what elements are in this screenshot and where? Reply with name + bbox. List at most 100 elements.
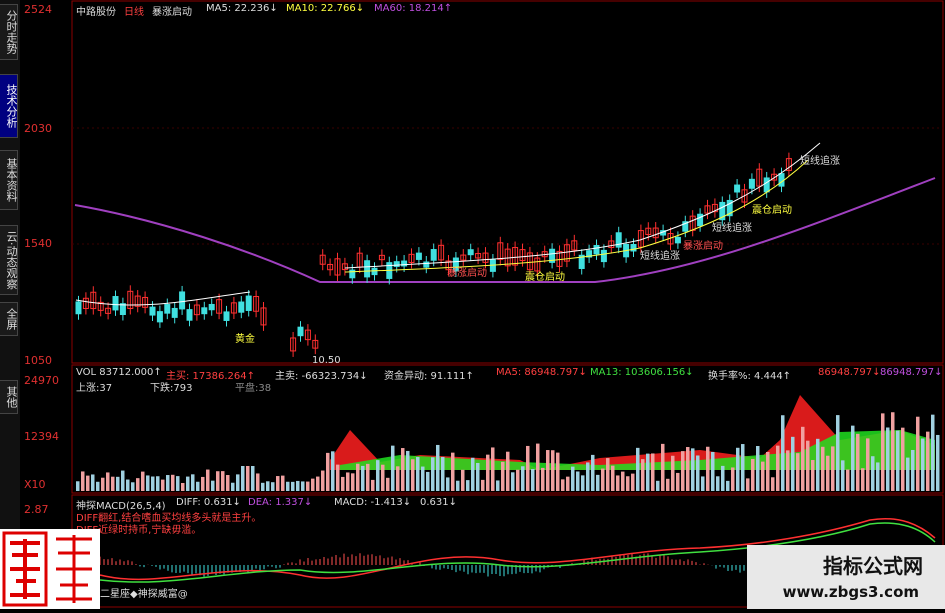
candle-body	[467, 249, 474, 256]
vol-bar	[506, 451, 510, 491]
vol-bar	[411, 459, 415, 491]
vol-bar	[646, 453, 650, 491]
vol-bar	[186, 476, 190, 491]
vol-bar	[636, 447, 640, 491]
vol-bar	[881, 413, 885, 491]
vol-extra-1: 86948.797↓	[818, 367, 881, 378]
watermark: 指标公式网 www.zbgs3.com	[747, 545, 945, 609]
vol-bar	[596, 474, 600, 491]
vol-bar	[216, 471, 220, 491]
vol-bar	[891, 412, 895, 491]
vol-bar	[211, 480, 215, 491]
vol-bar	[276, 476, 280, 491]
vol-bar	[791, 436, 795, 491]
vol-extra-2: 86948.797↓	[880, 367, 943, 378]
vol-value: VOL 83712.000↑	[76, 367, 162, 378]
vol-bar	[836, 415, 840, 491]
vol-bar	[701, 476, 705, 491]
vol-bar	[96, 481, 100, 491]
vol-bar	[421, 466, 425, 491]
vol-bar	[381, 464, 385, 491]
vol-bar	[556, 452, 560, 491]
vol-bar	[351, 473, 355, 491]
down-count: 下跌:793	[150, 383, 193, 394]
vol-bar	[291, 481, 295, 491]
vol-bar	[656, 480, 660, 491]
vol-bar	[356, 463, 360, 491]
vol-bar	[271, 482, 275, 491]
vol-bar	[266, 481, 270, 491]
vol-bar	[711, 451, 715, 491]
candle-body	[156, 311, 163, 323]
vol-bar	[386, 477, 390, 491]
vol-bar	[141, 471, 145, 491]
vol-bar	[571, 466, 575, 491]
vol-bar	[86, 475, 90, 491]
vol-bar	[461, 469, 465, 491]
vol-bar	[521, 466, 525, 491]
ma10-readout: MA10: 22.766↓	[286, 3, 365, 14]
vol-bar	[296, 480, 300, 491]
candle-body	[748, 178, 755, 189]
macd-footer: 二星座◆神探威富@	[100, 589, 188, 600]
vol-axis-top: 24970	[24, 374, 59, 387]
vol-bar	[146, 475, 150, 491]
vol-bar	[591, 454, 595, 491]
vol-bar	[241, 466, 245, 491]
vol-bar	[566, 476, 570, 491]
vol-bar	[181, 482, 185, 491]
flat-count: 平盘:38	[235, 383, 272, 394]
low-price-label: 10.50	[312, 355, 341, 366]
vol-bar	[256, 473, 260, 491]
vol-bar	[376, 460, 380, 491]
vol-bar	[81, 471, 85, 491]
candle-body	[223, 311, 230, 321]
vol-bar	[391, 445, 395, 491]
vol-bar	[651, 453, 655, 491]
vol-bar	[366, 463, 370, 491]
up-count: 上涨:37	[76, 383, 113, 394]
vol-bar	[301, 481, 305, 491]
watermark-title: 指标公式网	[823, 554, 923, 578]
vol-bar	[766, 451, 770, 491]
candle-body	[674, 236, 681, 244]
vol-bar	[626, 476, 630, 491]
vol-bar	[876, 462, 880, 491]
vol-bar	[481, 479, 485, 491]
vol-bar	[551, 450, 555, 491]
vol-bar	[166, 475, 170, 491]
vol-bar	[731, 467, 735, 491]
vol-bar	[261, 482, 265, 491]
indicator-name: 暴涨启动	[152, 7, 192, 18]
stock-name: 中路股份	[76, 7, 116, 18]
price-axis: 2524 2030 1540 1050 24970 12394 X10 2.87	[20, 0, 72, 609]
vol-bar	[736, 447, 740, 491]
vol-bar	[406, 450, 410, 491]
vol-bar	[621, 471, 625, 491]
vol-bar	[486, 454, 490, 491]
signal-label-2: 震仓启动	[525, 272, 565, 283]
vol-bar	[916, 416, 920, 491]
vol-bar	[226, 475, 230, 491]
candle-body	[75, 301, 82, 315]
macd-axis-top: 2.87	[24, 503, 49, 516]
signal-label-5: 暴涨启动	[683, 241, 723, 252]
vol-bar	[361, 465, 365, 491]
macd-value: MACD: -1.413↓	[334, 497, 412, 508]
vol-bar	[446, 477, 450, 491]
vol-bar	[926, 431, 930, 491]
candle-body	[697, 213, 704, 227]
vol-bar	[151, 476, 155, 491]
vol-bar	[856, 433, 860, 491]
vol-bar	[661, 443, 665, 491]
candle-body	[186, 309, 193, 321]
vol-bar	[101, 477, 105, 491]
vol-bar	[171, 474, 175, 491]
vol-bar	[476, 462, 480, 491]
vol-bar	[616, 475, 620, 491]
vol-bar	[246, 466, 250, 491]
vol-bar	[231, 482, 235, 491]
vol-bar	[396, 466, 400, 491]
vol-bar	[576, 471, 580, 491]
vol-bar	[686, 447, 690, 491]
